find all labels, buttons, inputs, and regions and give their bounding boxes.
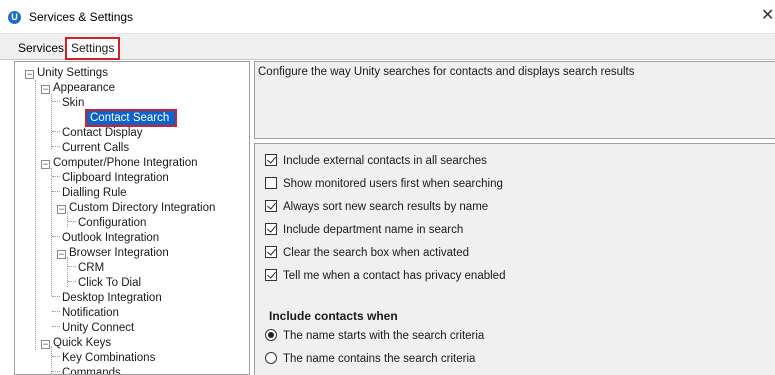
radio-unselected-icon[interactable]	[265, 352, 277, 364]
window-title: Services & Settings	[29, 10, 134, 24]
checkbox-show-monitored-first[interactable]: Show monitored users first when searchin…	[265, 177, 503, 193]
collapse-icon[interactable]: −	[57, 205, 66, 214]
tree-item-contact-display[interactable]: Contact Display	[52, 126, 143, 141]
tree-item-contact-search[interactable]: Contact Search	[85, 109, 177, 127]
collapse-icon[interactable]: −	[25, 70, 34, 79]
tree-item-desktop-integration[interactable]: Desktop Integration	[52, 291, 162, 306]
tree-item-unity-settings[interactable]: − Unity Settings	[25, 66, 108, 81]
checkbox-privacy-enabled[interactable]: Tell me when a contact has privacy enabl…	[265, 269, 505, 285]
checkbox-sort-by-name[interactable]: Always sort new search results by name	[265, 200, 488, 216]
description-panel: Configure the way Unity searches for con…	[254, 61, 775, 139]
tree-item-computer-phone-integration[interactable]: − Computer/Phone Integration	[41, 156, 197, 171]
collapse-icon[interactable]: −	[41, 160, 50, 169]
tree-item-crm[interactable]: CRM	[68, 261, 104, 276]
tree-item-custom-directory-integration[interactable]: − Custom Directory Integration	[57, 201, 215, 216]
radio-name-starts-with[interactable]: The name starts with the search criteria	[265, 329, 484, 345]
tree-item-notification[interactable]: Notification	[52, 306, 119, 321]
checkbox-include-department[interactable]: Include department name in search	[265, 223, 463, 239]
radio-name-contains[interactable]: The name contains the search criteria	[265, 352, 475, 368]
checkbox-clear-search-box[interactable]: Clear the search box when activated	[265, 246, 469, 262]
close-icon[interactable]: ✕	[761, 6, 775, 26]
checkbox-checked-icon[interactable]	[265, 200, 277, 212]
tree-item-quick-keys[interactable]: − Quick Keys	[41, 336, 111, 351]
tree-item-configuration[interactable]: Configuration	[68, 216, 146, 231]
tree-item-outlook-integration[interactable]: Outlook Integration	[52, 231, 159, 246]
checkbox-checked-icon[interactable]	[265, 269, 277, 281]
checkbox-checked-icon[interactable]	[265, 223, 277, 235]
tab-settings[interactable]: Settings	[65, 37, 121, 60]
collapse-icon[interactable]: −	[57, 250, 66, 259]
checkbox-checked-icon[interactable]	[265, 154, 277, 166]
app-logo-icon: U	[8, 11, 21, 24]
title-bar: U Services & Settings ✕	[0, 0, 775, 34]
tree-item-current-calls[interactable]: Current Calls	[52, 141, 129, 156]
checkbox-checked-icon[interactable]	[265, 246, 277, 258]
tree-item-click-to-dial[interactable]: Click To Dial	[68, 276, 141, 291]
checkbox-include-external-contacts[interactable]: Include external contacts in all searche…	[265, 154, 487, 170]
tree-item-browser-integration[interactable]: − Browser Integration	[57, 246, 169, 261]
tree-item-appearance[interactable]: − Appearance	[41, 81, 115, 96]
collapse-icon[interactable]: −	[41, 85, 50, 94]
tree-item-label-selected: Contact Search	[87, 111, 175, 125]
description-text: Configure the way Unity searches for con…	[258, 66, 635, 78]
tree-item-key-combinations[interactable]: Key Combinations	[52, 351, 155, 366]
tab-strip: Services Settings	[0, 34, 775, 60]
options-panel: Include external contacts in all searche…	[254, 143, 775, 375]
tree-item-skin[interactable]: Skin	[52, 96, 84, 111]
checkbox-unchecked-icon[interactable]	[265, 177, 277, 189]
tab-services[interactable]: Services	[14, 39, 68, 60]
include-contacts-heading: Include contacts when	[269, 309, 398, 323]
settings-tree[interactable]: − Unity Settings − Appearance Skin Contact…	[14, 61, 250, 375]
tree-item-dialling-rule[interactable]: Dialling Rule	[52, 186, 127, 201]
tree-item-commands[interactable]: Commands	[52, 366, 121, 374]
collapse-icon[interactable]: −	[41, 340, 50, 349]
radio-selected-icon[interactable]	[265, 329, 277, 341]
tree-item-clipboard-integration[interactable]: Clipboard Integration	[52, 171, 169, 186]
tree-item-unity-connect[interactable]: Unity Connect	[52, 321, 134, 336]
